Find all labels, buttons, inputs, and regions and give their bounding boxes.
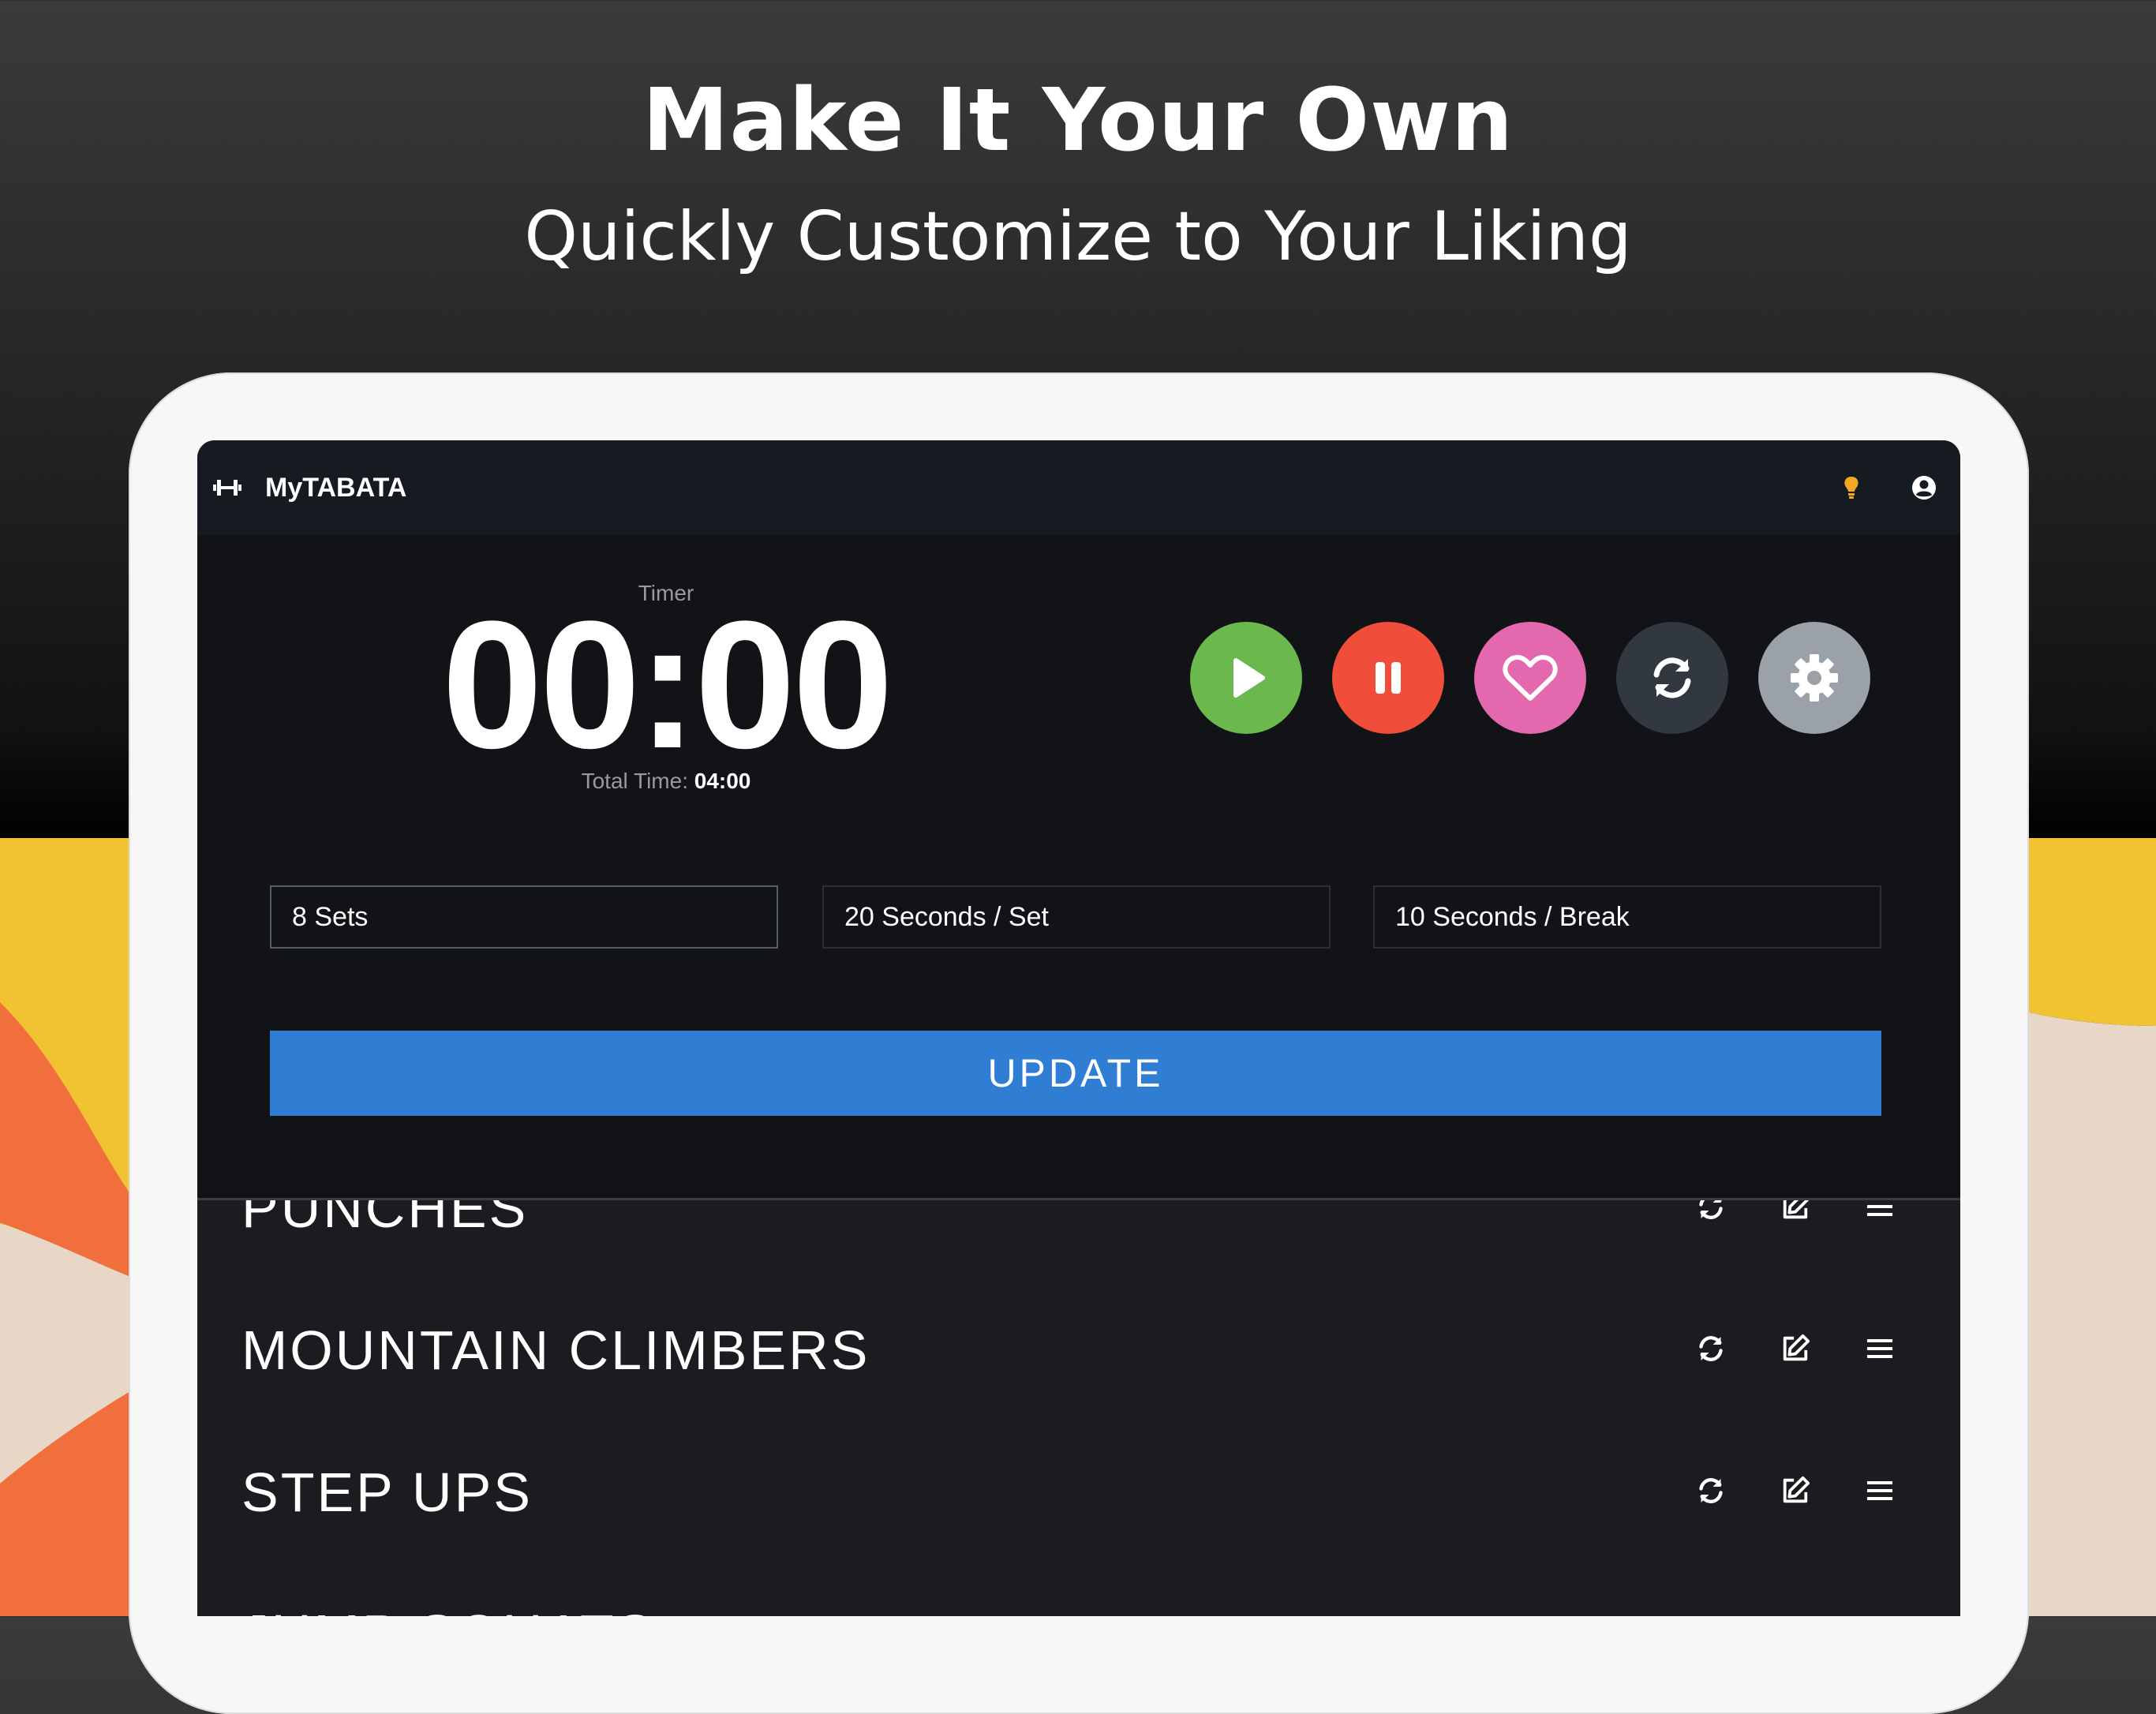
- drag-handle-icon[interactable]: [1860, 1471, 1900, 1510]
- total-time-label: Total Time:: [581, 769, 688, 793]
- refresh-icon[interactable]: [1691, 1329, 1731, 1368]
- reset-button[interactable]: [1616, 622, 1728, 734]
- refresh-icon[interactable]: [1691, 1471, 1731, 1510]
- exercise-row: PUNCHES: [197, 1200, 1960, 1279]
- pause-button[interactable]: [1332, 622, 1444, 734]
- rest-duration-field[interactable]: 10 Seconds / Break: [1373, 885, 1881, 949]
- drag-handle-icon[interactable]: [1860, 1329, 1900, 1368]
- heart-icon: [1503, 655, 1558, 701]
- exercise-row: MOUNTAIN CLIMBERS: [197, 1279, 1960, 1421]
- sets-field[interactable]: 8 Sets: [270, 885, 778, 949]
- settings-button[interactable]: [1758, 622, 1870, 734]
- pause-icon: [1376, 662, 1401, 694]
- total-time: Total Time: 04:00: [508, 769, 824, 794]
- promo-subtitle: Quickly Customize to Your Liking: [524, 197, 1632, 276]
- exercise-name: MOUNTAIN CLIMBERS: [241, 1319, 870, 1381]
- promo-title: Make It Your Own: [642, 69, 1514, 170]
- total-time-value: 04:00: [694, 769, 751, 793]
- timer-display: 00:00: [441, 583, 893, 786]
- exercise-row: JUMP SQUATS: [197, 1563, 1960, 1616]
- refresh-icon: [1653, 657, 1691, 698]
- edit-icon[interactable]: [1776, 1329, 1815, 1368]
- dumbbell-icon[interactable]: [213, 473, 241, 502]
- play-button[interactable]: [1190, 622, 1302, 734]
- lightbulb-icon[interactable]: [1836, 472, 1867, 503]
- favorite-button[interactable]: [1474, 622, 1586, 734]
- play-icon: [1233, 658, 1265, 698]
- exercise-name: STEP UPS: [241, 1461, 533, 1523]
- app-bar: MyTABATA: [197, 440, 1960, 535]
- account-circle-icon[interactable]: [1908, 472, 1940, 503]
- drag-handle-icon[interactable]: [1860, 1200, 1900, 1226]
- exercise-name: PUNCHES: [241, 1200, 529, 1239]
- exercise-row: STEP UPS: [197, 1421, 1960, 1563]
- edit-icon[interactable]: [1776, 1471, 1815, 1510]
- gear-icon: [1791, 654, 1838, 702]
- work-duration-field[interactable]: 20 Seconds / Set: [822, 885, 1331, 949]
- app-title: MyTABATA: [265, 472, 407, 503]
- update-button[interactable]: UPDATE: [270, 1031, 1881, 1116]
- refresh-icon[interactable]: [1691, 1200, 1731, 1226]
- exercise-name: JUMP SQUATS: [241, 1603, 655, 1616]
- exercise-list: PUNCHES MOUNTAIN CLIMBERS STEP UPS JUMP SQU…: [197, 1200, 1960, 1616]
- edit-icon[interactable]: [1776, 1200, 1815, 1226]
- app-screen: MyTABATA Timer 00:00 Total Time: 04:00 8…: [197, 440, 1960, 1616]
